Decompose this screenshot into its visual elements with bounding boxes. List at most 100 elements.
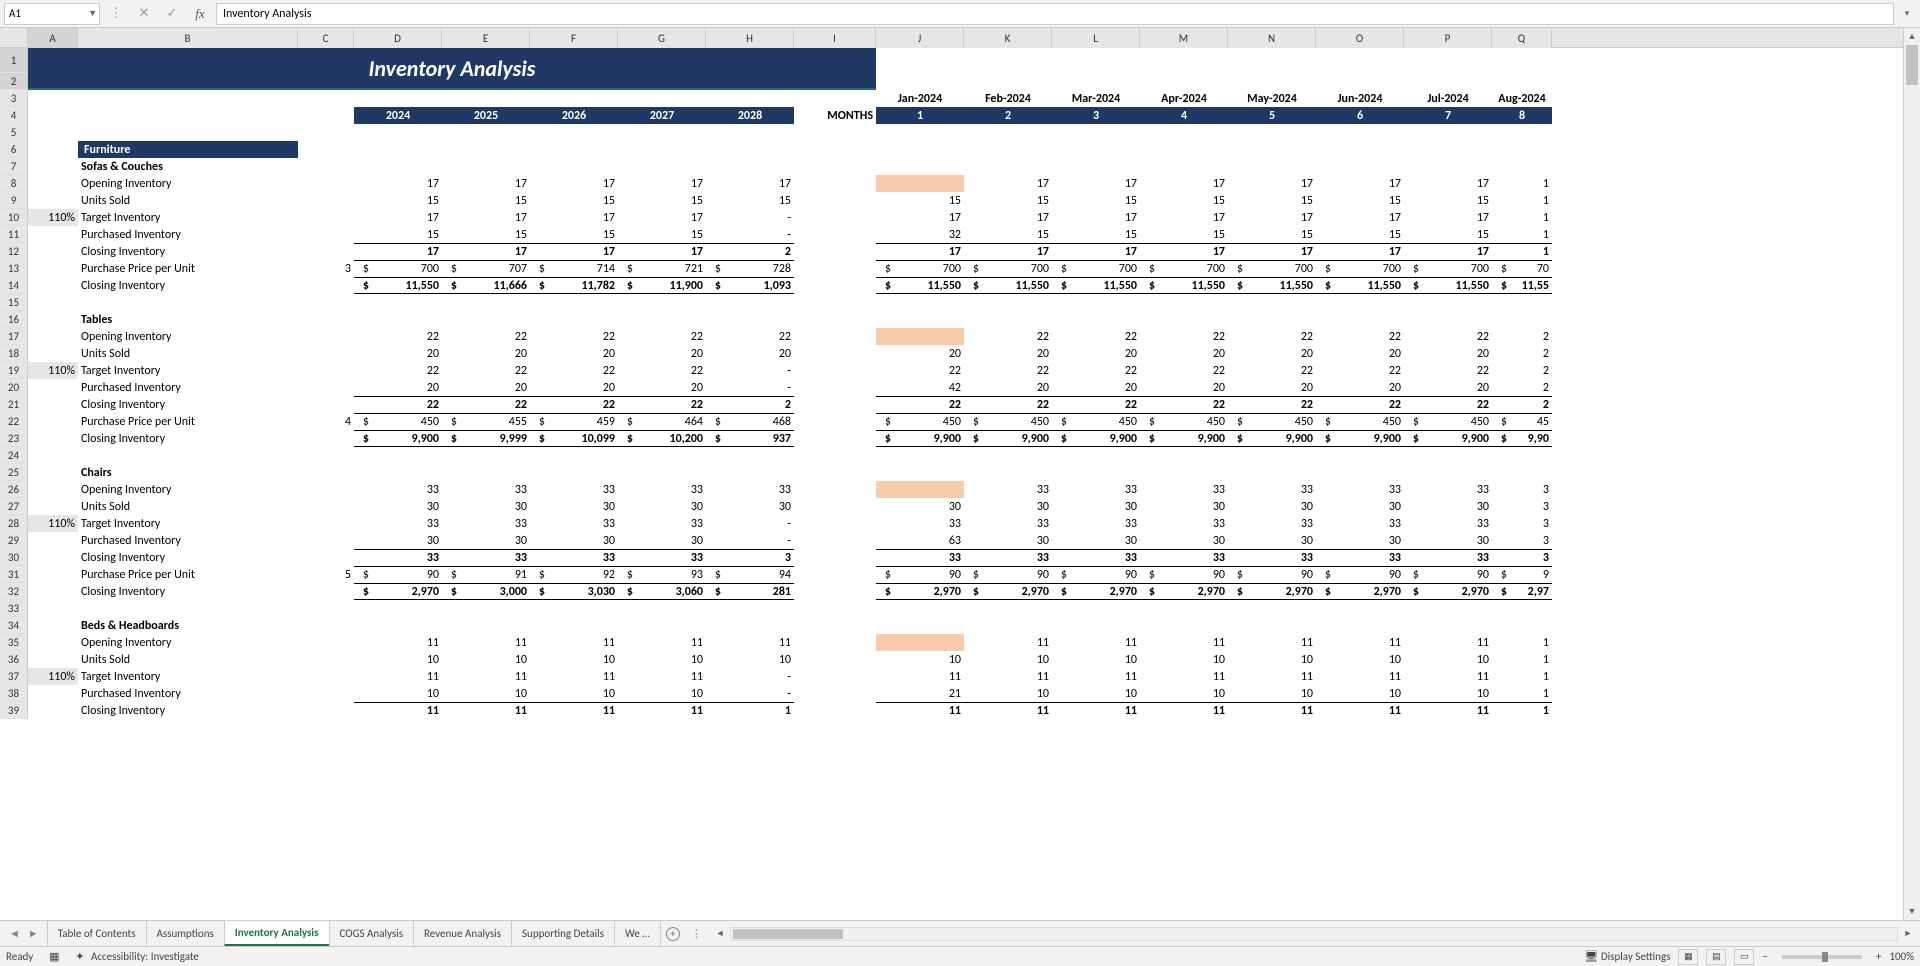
cell[interactable]: $3,030: [530, 583, 618, 600]
currency-symbol[interactable]: $: [1492, 277, 1510, 294]
cell[interactable]: $707: [442, 260, 530, 277]
value-cell[interactable]: 1: [1492, 209, 1552, 226]
currency-symbol[interactable]: $: [1228, 583, 1246, 600]
cell[interactable]: [1228, 447, 1316, 464]
cell[interactable]: [1052, 158, 1140, 175]
value-cell[interactable]: 10: [1140, 685, 1228, 702]
month-num[interactable]: 3: [1052, 107, 1140, 124]
cell[interactable]: $9,900: [1052, 430, 1140, 447]
cell[interactable]: [1140, 124, 1228, 141]
value-cell[interactable]: 90: [1246, 566, 1316, 583]
row-header[interactable]: 13: [0, 260, 28, 277]
group-index[interactable]: 3: [298, 260, 354, 277]
col-header-Q[interactable]: Q: [1492, 28, 1552, 48]
row-header[interactable]: 19: [0, 362, 28, 379]
cell[interactable]: [298, 583, 354, 600]
row-header[interactable]: 12: [0, 243, 28, 260]
value-cell[interactable]: 17: [618, 209, 706, 226]
value-cell[interactable]: 450: [1158, 413, 1228, 430]
cell[interactable]: [298, 345, 354, 362]
cell[interactable]: [1316, 48, 1404, 73]
row-header[interactable]: 39: [0, 702, 28, 719]
cell[interactable]: [530, 294, 618, 311]
value-cell[interactable]: 33: [1140, 515, 1228, 532]
value-cell[interactable]: 22: [706, 328, 794, 345]
value-cell[interactable]: 30: [706, 498, 794, 515]
value-cell[interactable]: 11: [1140, 702, 1228, 719]
value-cell[interactable]: 20: [1228, 345, 1316, 362]
value-cell[interactable]: 22: [530, 362, 618, 379]
row-label[interactable]: Opening Inventory: [78, 328, 298, 345]
cell[interactable]: $1,093: [706, 277, 794, 294]
value-cell[interactable]: 3,030: [548, 583, 618, 600]
currency-symbol[interactable]: $: [530, 583, 548, 600]
cell[interactable]: [794, 362, 876, 379]
cell[interactable]: [298, 430, 354, 447]
currency-symbol[interactable]: $: [1404, 260, 1422, 277]
cell[interactable]: [1140, 464, 1228, 481]
currency-symbol[interactable]: $: [530, 413, 548, 430]
currency-symbol[interactable]: $: [964, 566, 982, 583]
row-label[interactable]: Units Sold: [78, 345, 298, 362]
value-cell[interactable]: 9,900: [1334, 430, 1404, 447]
month-num[interactable]: 6: [1316, 107, 1404, 124]
row-label[interactable]: Target Inventory: [78, 362, 298, 379]
cell[interactable]: [28, 685, 78, 702]
value-cell[interactable]: 10: [354, 685, 442, 702]
cell[interactable]: [442, 600, 530, 617]
value-cell[interactable]: 22: [618, 362, 706, 379]
row-header[interactable]: 15: [0, 294, 28, 311]
cell[interactable]: $9: [1492, 566, 1552, 583]
currency-symbol[interactable]: $: [530, 566, 548, 583]
value-cell[interactable]: 15: [706, 192, 794, 209]
value-cell[interactable]: 33: [354, 481, 442, 498]
cell[interactable]: [442, 294, 530, 311]
value-cell[interactable]: 33: [1052, 481, 1140, 498]
value-cell[interactable]: 17: [354, 175, 442, 192]
value-cell[interactable]: 15: [1052, 192, 1140, 209]
value-cell[interactable]: 90: [372, 566, 442, 583]
value-cell[interactable]: 17: [1052, 209, 1140, 226]
value-cell[interactable]: 937: [724, 430, 794, 447]
cell[interactable]: $2,970: [876, 583, 964, 600]
value-cell[interactable]: 30: [442, 532, 530, 549]
value-cell[interactable]: 22: [1404, 362, 1492, 379]
cell[interactable]: $3,060: [618, 583, 706, 600]
row-header[interactable]: 32: [0, 583, 28, 600]
cell[interactable]: $2,970: [964, 583, 1052, 600]
value-cell[interactable]: 17: [1140, 175, 1228, 192]
value-cell[interactable]: 17: [1228, 209, 1316, 226]
currency-symbol[interactable]: $: [618, 583, 636, 600]
col-header-B[interactable]: B: [78, 28, 298, 48]
name-box-dropdown-icon[interactable]: ▼: [88, 8, 97, 19]
value-cell[interactable]: 33: [706, 481, 794, 498]
cell[interactable]: [298, 209, 354, 226]
currency-symbol[interactable]: $: [706, 260, 724, 277]
cell[interactable]: [876, 294, 964, 311]
value-cell[interactable]: 22: [1052, 362, 1140, 379]
value-cell[interactable]: 714: [548, 260, 618, 277]
month-header[interactable]: Jan-2024: [876, 90, 964, 107]
currency-symbol[interactable]: $: [618, 430, 636, 447]
macro-record-icon[interactable]: ▦: [47, 950, 61, 964]
value-cell[interactable]: 2,970: [1422, 583, 1492, 600]
value-cell[interactable]: 20: [1140, 379, 1228, 396]
highlight-cell[interactable]: [876, 481, 964, 498]
cell[interactable]: $700: [1140, 260, 1228, 277]
cell[interactable]: [1228, 294, 1316, 311]
cell[interactable]: [794, 141, 876, 158]
value-cell[interactable]: 33: [530, 515, 618, 532]
cell[interactable]: $11,550: [1140, 277, 1228, 294]
value-cell[interactable]: 20: [964, 345, 1052, 362]
cell[interactable]: [354, 447, 442, 464]
display-settings-button[interactable]: 🖥 Display Settings: [1584, 950, 1670, 963]
value-cell[interactable]: 17: [442, 243, 530, 260]
value-cell[interactable]: 3: [1492, 549, 1552, 566]
currency-symbol[interactable]: $: [354, 413, 372, 430]
currency-symbol[interactable]: $: [706, 277, 724, 294]
cell[interactable]: [298, 498, 354, 515]
cell[interactable]: [1492, 124, 1552, 141]
cell[interactable]: [1316, 124, 1404, 141]
cell[interactable]: $281: [706, 583, 794, 600]
value-cell[interactable]: 700: [372, 260, 442, 277]
